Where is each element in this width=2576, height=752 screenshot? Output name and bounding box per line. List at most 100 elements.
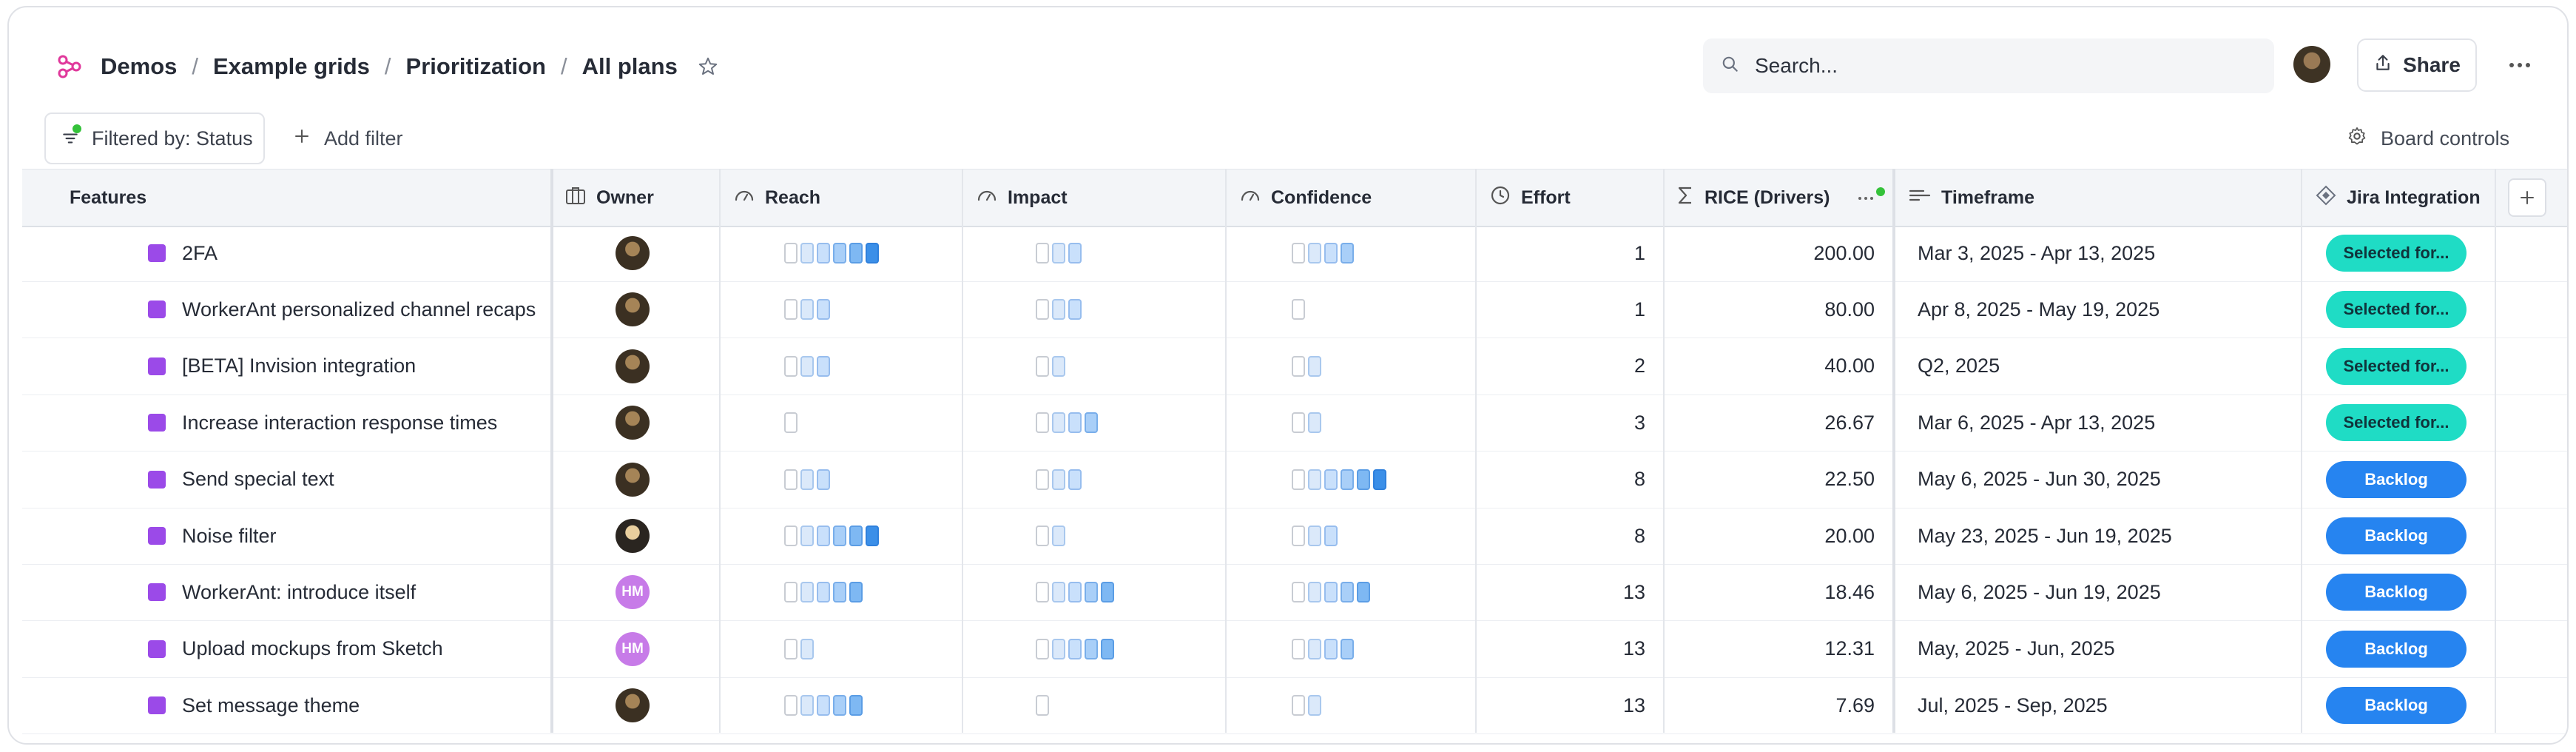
- add-filter-button[interactable]: Add filter: [293, 113, 403, 164]
- owner-cell[interactable]: [616, 451, 650, 508]
- effort-cell[interactable]: 3: [1477, 395, 1663, 451]
- effort-cell[interactable]: 2: [1477, 338, 1663, 395]
- table-row[interactable]: Upload mockups from Sketch HM 13 12.31 May, …: [22, 621, 2567, 678]
- more-options-icon[interactable]: [2503, 50, 2536, 80]
- breadcrumb-demos[interactable]: Demos: [101, 53, 177, 80]
- feature-name[interactable]: Upload mockups from Sketch: [182, 637, 443, 660]
- reach-cell[interactable]: [784, 281, 830, 338]
- confidence-meter[interactable]: [1292, 526, 1338, 546]
- impact-cell[interactable]: [1036, 564, 1114, 620]
- feature-name[interactable]: Noise filter: [182, 525, 277, 548]
- column-header-effort[interactable]: Effort: [1490, 169, 1571, 226]
- feature-cell[interactable]: Set message theme: [148, 677, 360, 733]
- feature-cell[interactable]: Upload mockups from Sketch: [148, 621, 443, 677]
- impact-meter[interactable]: [1036, 412, 1098, 434]
- confidence-meter[interactable]: [1292, 695, 1321, 716]
- reach-meter[interactable]: [784, 638, 814, 659]
- jira-status-badge[interactable]: Backlog: [2326, 630, 2467, 668]
- confidence-cell[interactable]: [1292, 225, 1354, 281]
- reach-meter[interactable]: [784, 412, 798, 434]
- reach-cell[interactable]: [784, 508, 879, 564]
- reach-cell[interactable]: [784, 564, 863, 620]
- reach-meter[interactable]: [784, 695, 863, 716]
- column-header-reach[interactable]: Reach: [734, 169, 820, 226]
- column-header-timeframe[interactable]: Timeframe: [1909, 169, 2034, 226]
- feature-cell[interactable]: [BETA] Invision integration: [148, 338, 416, 395]
- owner-cell[interactable]: [616, 338, 650, 395]
- feature-name[interactable]: WorkerAnt personalized channel recaps: [182, 298, 536, 321]
- timeframe-cell[interactable]: May, 2025 - Jun, 2025: [1918, 621, 2115, 677]
- timeframe-cell[interactable]: Mar 6, 2025 - Apr 13, 2025: [1918, 395, 2155, 451]
- feature-cell[interactable]: WorkerAnt personalized channel recaps: [148, 281, 536, 338]
- confidence-meter[interactable]: [1292, 582, 1370, 603]
- confidence-cell[interactable]: [1292, 621, 1354, 677]
- jira-cell[interactable]: Backlog: [2326, 677, 2467, 733]
- reach-meter[interactable]: [784, 526, 879, 546]
- impact-cell[interactable]: [1036, 451, 1082, 508]
- owner-cell[interactable]: HM: [616, 564, 650, 620]
- column-header-owner[interactable]: Owner: [565, 169, 654, 226]
- impact-cell[interactable]: [1036, 508, 1065, 564]
- confidence-cell[interactable]: [1292, 508, 1338, 564]
- jira-cell[interactable]: Selected for...: [2326, 281, 2467, 338]
- jira-status-badge[interactable]: Selected for...: [2326, 347, 2467, 385]
- owner-cell[interactable]: HM: [616, 621, 650, 677]
- confidence-cell[interactable]: [1292, 281, 1305, 338]
- table-row[interactable]: Noise filter 8 20.00 May 23, 2025 - Jun 19,…: [22, 508, 2567, 565]
- productboard-logo-icon[interactable]: [55, 52, 84, 81]
- effort-cell[interactable]: 13: [1477, 564, 1663, 620]
- breadcrumb-prioritization[interactable]: Prioritization: [406, 53, 546, 80]
- owner-avatar[interactable]: [616, 236, 650, 270]
- jira-status-badge[interactable]: Selected for...: [2326, 404, 2467, 442]
- feature-name[interactable]: Increase interaction response times: [182, 412, 497, 434]
- table-row[interactable]: [BETA] Invision integration 2 40.00 Q2, 202…: [22, 338, 2567, 395]
- owner-avatar[interactable]: [616, 406, 650, 440]
- status-filter-button[interactable]: Filtered by: Status: [44, 113, 265, 164]
- jira-status-badge[interactable]: Backlog: [2326, 574, 2467, 611]
- owner-cell[interactable]: [616, 677, 650, 733]
- jira-cell[interactable]: Backlog: [2326, 508, 2467, 564]
- jira-cell[interactable]: Backlog: [2326, 621, 2467, 677]
- confidence-cell[interactable]: [1292, 395, 1321, 451]
- confidence-meter[interactable]: [1292, 412, 1321, 434]
- reach-cell[interactable]: [784, 225, 879, 281]
- reach-cell[interactable]: [784, 621, 814, 677]
- reach-cell[interactable]: [784, 395, 798, 451]
- column-header-jira[interactable]: Jira Integration: [2316, 169, 2481, 226]
- impact-meter[interactable]: [1036, 355, 1065, 377]
- owner-avatar[interactable]: [616, 688, 650, 723]
- owner-avatar[interactable]: HM: [616, 575, 650, 610]
- reach-meter[interactable]: [784, 355, 830, 377]
- jira-cell[interactable]: Selected for...: [2326, 338, 2467, 395]
- table-row[interactable]: WorkerAnt: introduce itself HM 13 18.46 May …: [22, 564, 2567, 622]
- table-row[interactable]: Send special text 8 22.50 May 6, 2025 - Jun…: [22, 451, 2567, 508]
- effort-cell[interactable]: 8: [1477, 451, 1663, 508]
- owner-avatar[interactable]: [616, 292, 650, 327]
- timeframe-cell[interactable]: Mar 3, 2025 - Apr 13, 2025: [1918, 225, 2155, 281]
- reach-meter[interactable]: [784, 582, 863, 603]
- feature-name[interactable]: 2FA: [182, 242, 218, 265]
- impact-meter[interactable]: [1036, 638, 1114, 659]
- confidence-meter[interactable]: [1292, 299, 1305, 320]
- jira-status-badge[interactable]: Selected for...: [2326, 291, 2467, 329]
- timeframe-cell[interactable]: May 23, 2025 - Jun 19, 2025: [1918, 508, 2172, 564]
- confidence-meter[interactable]: [1292, 638, 1354, 659]
- impact-meter[interactable]: [1036, 469, 1082, 490]
- owner-avatar[interactable]: [616, 519, 650, 553]
- feature-name[interactable]: WorkerAnt: introduce itself: [182, 581, 416, 604]
- jira-cell[interactable]: Selected for...: [2326, 395, 2467, 451]
- impact-cell[interactable]: [1036, 281, 1082, 338]
- confidence-meter[interactable]: [1292, 469, 1386, 490]
- jira-cell[interactable]: Selected for...: [2326, 225, 2467, 281]
- impact-meter[interactable]: [1036, 582, 1114, 603]
- confidence-meter[interactable]: [1292, 355, 1321, 377]
- confidence-cell[interactable]: [1292, 677, 1321, 733]
- confidence-cell[interactable]: [1292, 564, 1370, 620]
- table-row[interactable]: Set message theme 13 7.69 Jul, 2025 - Sep, …: [22, 677, 2567, 735]
- share-button[interactable]: Share: [2357, 38, 2477, 92]
- feature-name[interactable]: Send special text: [182, 468, 334, 491]
- effort-cell[interactable]: 13: [1477, 621, 1663, 677]
- timeframe-cell[interactable]: Apr 8, 2025 - May 19, 2025: [1918, 281, 2159, 338]
- search-input[interactable]: [1753, 53, 2237, 78]
- impact-cell[interactable]: [1036, 395, 1098, 451]
